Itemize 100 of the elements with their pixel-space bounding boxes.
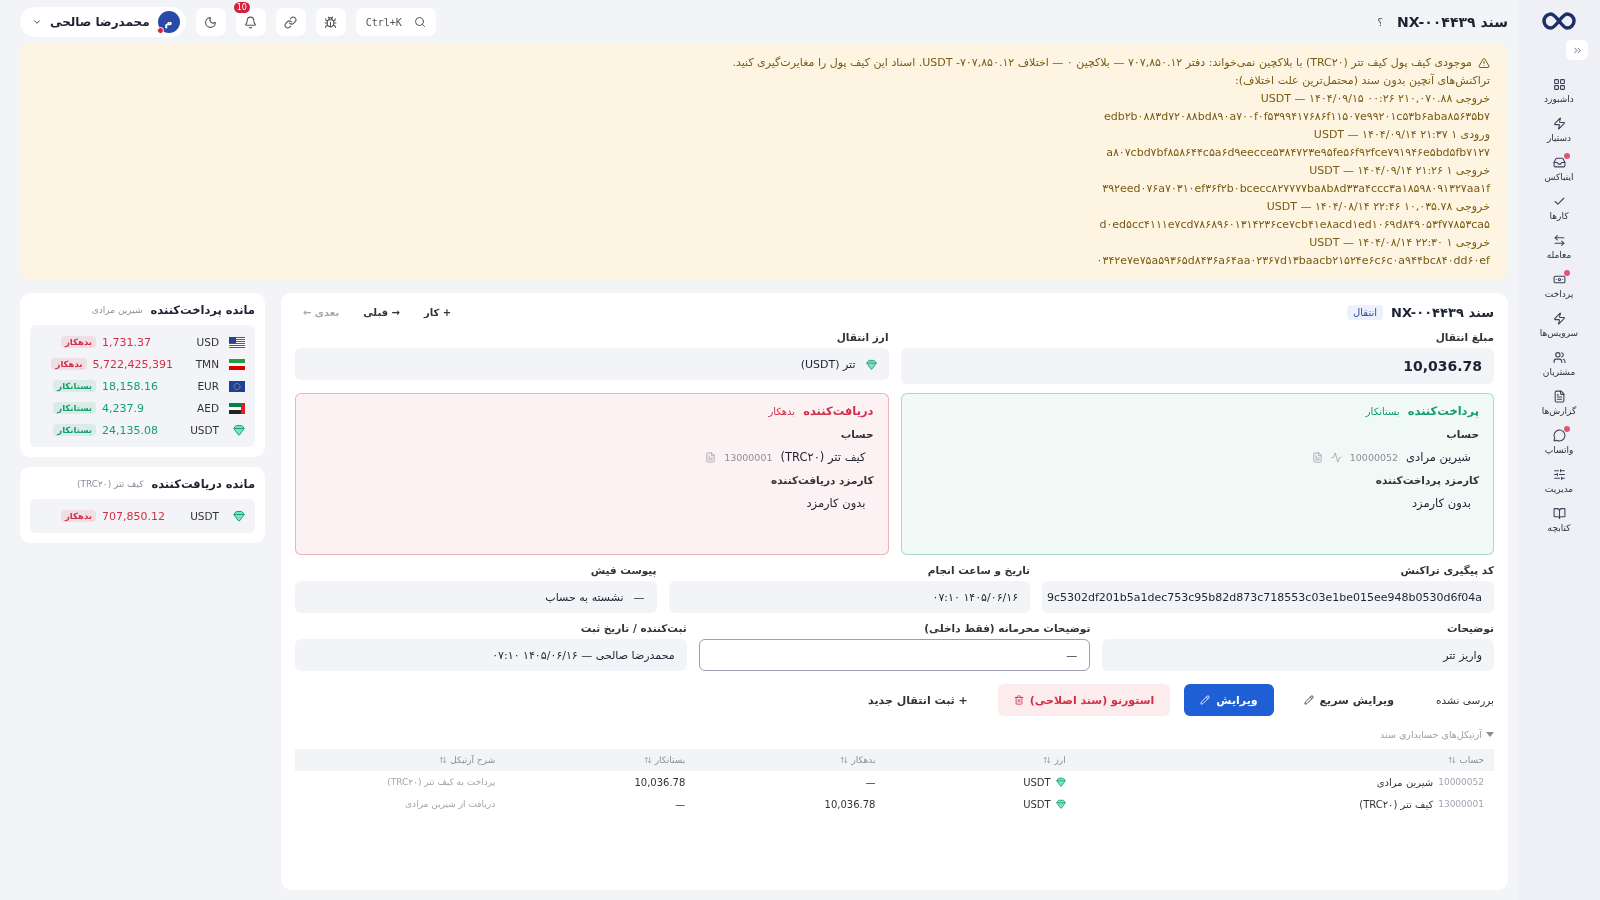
nav-item[interactable]: مدیریت: [1527, 462, 1591, 499]
gem-icon: [1055, 799, 1066, 809]
party-status: بستانکار: [1365, 405, 1400, 417]
nav-item[interactable]: اینباکس: [1527, 150, 1591, 187]
field-label: پیوست فیش: [589, 564, 657, 576]
balance-status: بدهکار: [60, 510, 96, 522]
lightning-icon: [1552, 311, 1566, 325]
currency-code: USD: [195, 336, 219, 348]
balance-amount: 707,850.12: [102, 509, 166, 523]
reverse-button[interactable]: استورنو (سند اصلاحی): [997, 684, 1171, 716]
notification-count: 10: [233, 2, 250, 13]
field-label: حساب: [839, 428, 874, 440]
nav-item[interactable]: گزارش‌ها: [1527, 384, 1591, 421]
field-label: ارز انتقال: [835, 331, 889, 343]
sort-icon: [643, 756, 652, 764]
balance-title: مانده پرداخت‌کننده: [150, 303, 255, 317]
link-button[interactable]: [275, 8, 306, 36]
search-button[interactable]: Ctrl+K: [355, 8, 436, 36]
currency-code: EUR: [196, 380, 219, 392]
book-icon: [1552, 506, 1566, 520]
table-cell-text: 10,036.78: [823, 798, 876, 810]
gem-icon: [1055, 777, 1066, 787]
receipt-status: نشسته به حساب: [545, 590, 624, 604]
nav-item[interactable]: معامله: [1527, 228, 1591, 265]
document-icon: [705, 451, 717, 463]
currency-code: USDT: [189, 424, 219, 436]
account-code: 10000052: [1438, 777, 1484, 787]
transaction-hash: edb۲b۰۸۸۳d۷۲۰۸۸bd۸۹۰a۷۰۰f۰f۵۳۹۹۴۱۷۶۸۶f۱۱۵۰۷e۹۹۲۰۱c۵۳b۶aba۸۵۶۳۵b۷: [1102, 109, 1490, 125]
theme-button[interactable]: [195, 8, 226, 36]
field-label: تاریخ و ساعت انجام: [926, 564, 1031, 576]
arrows-icon: [1552, 233, 1566, 247]
quick-edit-button[interactable]: ویرایش سریع: [1287, 684, 1410, 716]
bug-button[interactable]: [315, 8, 346, 36]
sliders-icon: [1552, 467, 1566, 481]
balance-status: بدهکار: [60, 336, 96, 348]
party-title: دریافت‌کننده: [803, 404, 874, 418]
logo-icon: [1541, 10, 1577, 32]
account-code: 10000052: [1349, 451, 1399, 463]
nav-item[interactable]: سرویس‌ها: [1527, 306, 1591, 343]
status-dot: [156, 27, 164, 34]
nav-item[interactable]: کارها: [1527, 189, 1591, 226]
transaction-hash: d۰ed۵cc۴۱۱۱e۷cd۷۸۶۸۹۶۰۱۳۱۴۲۳۶ce۷cb۴۱e۸acd۱ed۱۰۶۹d۸۴۹۰۵۳f۷۷۸۵۳ca۵: [1098, 217, 1490, 233]
currency-value: تتر (USDT): [800, 357, 856, 371]
lightning-icon: [1552, 116, 1566, 130]
party-status: بدهکار: [768, 405, 796, 417]
transaction-summary: خروجی ۱ ۲۱:۲۶ ۱۴۰۴/۰۹/۱۴ — USDT: [1308, 163, 1490, 179]
description-value: واریز تتر: [1443, 648, 1482, 662]
private-note-input[interactable]: —: [698, 639, 1091, 671]
nav-item[interactable]: کتابچه: [1527, 501, 1591, 538]
party-title: پرداخت‌کننده: [1407, 404, 1479, 418]
field-label: کارمزد پرداخت‌کننده: [1374, 474, 1479, 486]
user-menu[interactable]: م محمدرضا صالحی: [20, 7, 186, 37]
field-label: توضیحات محرمانه (فقط داخلی): [923, 622, 1091, 634]
edit-button[interactable]: ویرایش: [1184, 684, 1274, 716]
nav-item[interactable]: داشبورد: [1527, 72, 1591, 109]
balance-amount: 5,722,425,391: [92, 357, 173, 371]
balance-subtitle: کیف تتر (TRC۲۰): [76, 479, 144, 489]
activity-icon: [1330, 451, 1342, 463]
table-cell: شیرین مرادی: [1376, 776, 1434, 788]
pencil-icon: [1303, 695, 1314, 705]
transaction-summary: خروجی ۱ ۲۲:۳۰ ۱۴۰۴/۰۸/۱۴ — USDT: [1308, 235, 1490, 251]
nav-item[interactable]: دستیار: [1527, 111, 1591, 148]
nav-item[interactable]: مشتریان: [1527, 345, 1591, 382]
balance-amount: 4,237.9: [102, 401, 145, 415]
nav-link[interactable]: + کار: [415, 303, 460, 322]
gem-icon: [865, 358, 877, 370]
balance-subtitle: شیرین مرادی: [91, 305, 143, 315]
field-label: ثبت‌کننده / تاریخ ثبت: [579, 622, 687, 634]
balance-amount: 18,158.16: [102, 379, 159, 393]
help-mark: ؟: [1377, 15, 1384, 29]
table-cell-text: —: [674, 798, 686, 810]
currency-code: USDT: [189, 510, 219, 522]
pencil-icon: [1200, 695, 1211, 705]
table-cell: کیف تتر (TRC۲۰): [1359, 798, 1434, 810]
bug-icon: [324, 15, 338, 29]
nav-link[interactable]: → قبلی: [355, 303, 408, 322]
uae-flag-icon: [229, 402, 245, 414]
review-status: بررسی نشده: [1436, 694, 1494, 706]
fee-value: بدون کارمزد: [1410, 496, 1471, 510]
document-title: سند NX-۰۰۴۴۳۹: [1391, 305, 1494, 320]
table-cell: USDT: [1023, 798, 1051, 810]
balance-status: بدهکار: [51, 358, 87, 370]
table-cell-text: پرداخت به کیف تتر (TRC۲۰): [386, 777, 496, 787]
transaction-summary: خروجی ۲۱۰,۰۷۰.۸۸ ۰۰:۲۶ ۱۴۰۴/۰۹/۱۵ — USDT: [1259, 91, 1490, 107]
transaction-summary: خروجی ۱۰,۰۳۵.۷۸ ۲۲:۴۶ ۱۴۰۴/۰۸/۱۴ — USDT: [1265, 199, 1490, 215]
inbox-icon: [1552, 155, 1566, 169]
account-name: شیرین مرادی: [1406, 450, 1471, 464]
gem-icon: [233, 424, 245, 436]
transaction-hash: ۰۳۴۲e۷e۷۵a۵۹۳۶۵d۸۴۳۶a۶۴aa۰۲۳۶۷d۱۳baacb۲۱۵۲۴e۶c۶c۰a۹۴۴bc۸۴۰dd۶۰ef: [1095, 253, 1490, 269]
balance-amount: 24,135.08: [102, 423, 159, 437]
field-label: حساب: [1445, 428, 1479, 440]
account-name: کیف تتر (TRC۲۰): [780, 450, 866, 464]
warning-subtitle: تراکنش‌های آنچین بدون سند (محتمل‌ترین علت اختلاف):: [1234, 72, 1490, 89]
transaction-hash: ۳۹۲eed۰۷۶a۷۰۳۱۰ef۳۶f۲b۰bcecc۸۲۷۷۷۷ba۸b۸d۳۳a۴ccc۳a۱۸۵۹۸۰۹۱۳۲۷aa۱f: [1101, 181, 1490, 197]
nav-item[interactable]: پرداخت: [1527, 267, 1591, 304]
link-icon: [284, 15, 298, 29]
datetime-value: ۱۴۰۵/۰۶/۱۶ ۰۷:۱۰: [932, 590, 1019, 604]
notifications-button[interactable]: [235, 8, 266, 36]
new-transfer-button[interactable]: + ثبت انتقال جدید: [852, 684, 984, 716]
nav-item[interactable]: واتساپ: [1527, 423, 1591, 460]
